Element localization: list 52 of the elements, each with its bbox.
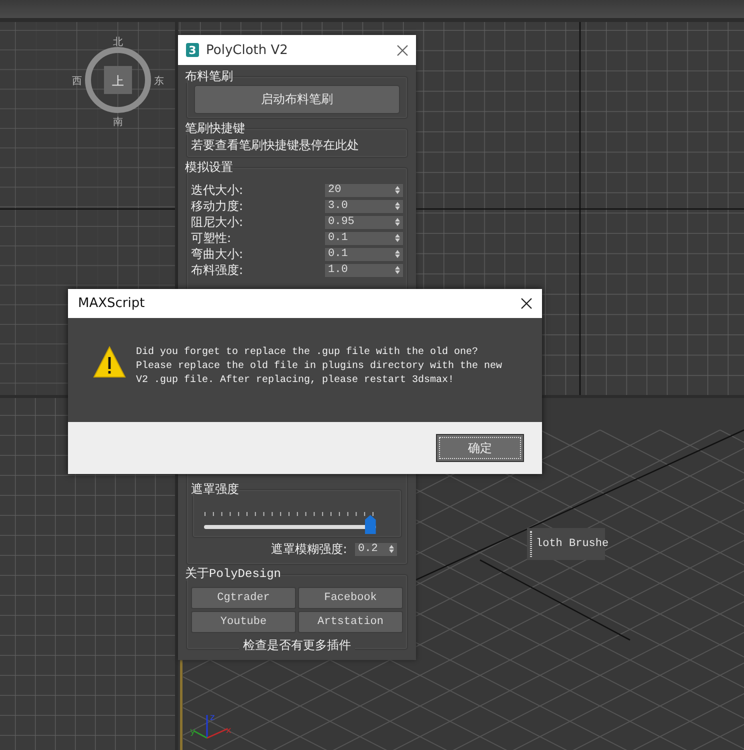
spinner-arrows-icon[interactable] — [389, 545, 394, 553]
link-button[interactable]: Artstation — [298, 611, 403, 633]
compass-label: 南 — [113, 117, 123, 128]
compass-label: 东 — [154, 76, 164, 87]
slider-thumb[interactable] — [364, 515, 376, 534]
window-title: PolyCloth V2 — [206, 42, 289, 58]
parameter-label: 阻尼大小: — [191, 214, 244, 230]
spinner-arrows-icon[interactable] — [395, 266, 400, 274]
axis-label: z — [210, 713, 215, 723]
parameter-label: 弯曲大小: — [191, 246, 244, 262]
spinner-field[interactable]: 0.95 — [325, 216, 403, 228]
spinner-field[interactable]: 0.2 — [355, 542, 397, 556]
spinner-arrows-icon[interactable] — [395, 250, 400, 258]
window-title: MAXScript — [78, 296, 145, 311]
grip-handle[interactable] — [530, 531, 532, 557]
parameter-label: 迭代大小: — [191, 182, 244, 198]
axis-label: y — [190, 727, 196, 737]
parameter-label: 布料强度: — [191, 262, 244, 278]
ok-button[interactable]: 确定 — [436, 434, 524, 462]
message-text: Did you forget to replace the .gup file with the old one? Please replace the old file in plugins directory with the new V2 .gup file. After replacing, please restart 3dsmax! — [136, 346, 502, 388]
viewcube-drawing[interactable] — [85, 47, 151, 113]
group-title: 笔刷快捷键 — [185, 121, 245, 135]
parameter-label: 遮罩模糊强度: — [270, 540, 347, 558]
check-updates-link[interactable]: 检查是否有更多插件 — [239, 637, 355, 653]
spinner-field[interactable]: 0.1 — [325, 248, 403, 260]
group-title: 模拟设置 — [185, 160, 233, 174]
spinner-field[interactable]: 0.1 — [325, 232, 403, 244]
start-brush-button[interactable]: 启动布料笔刷 — [194, 85, 400, 114]
spinner-arrows-icon[interactable] — [395, 234, 400, 242]
compass-label: 西 — [72, 76, 82, 87]
group-title: 遮罩强度 — [191, 482, 239, 496]
parameter-label: 移动力度: — [191, 198, 244, 214]
axis-gizmo-drawing — [194, 715, 228, 739]
hint-text[interactable]: 若要查看笔刷快捷键悬停在此处 — [191, 137, 403, 153]
toolbar-title: loth Brushe — [536, 538, 609, 550]
group-title: 关于PolyDesign — [185, 567, 282, 581]
spinner-field[interactable]: 3.0 — [325, 200, 403, 212]
spinner-field[interactable]: 20 — [325, 184, 403, 196]
close-icon[interactable] — [521, 298, 532, 309]
spinner-field[interactable]: 1.0 — [325, 264, 403, 276]
spinner-arrows-icon[interactable] — [395, 186, 400, 194]
warning-icon — [93, 346, 126, 378]
link-button[interactable]: Youtube — [191, 611, 296, 633]
app-logo: 3 — [186, 43, 199, 57]
compass-label: 北 — [113, 37, 123, 48]
group-title: 布料笔刷 — [185, 69, 233, 83]
spinner-arrows-icon[interactable] — [395, 218, 400, 226]
axis-label: x — [226, 726, 232, 736]
link-button[interactable]: Cgtrader — [191, 587, 296, 609]
link-button[interactable]: Facebook — [298, 587, 403, 609]
spinner-arrows-icon[interactable] — [395, 202, 400, 210]
parameter-label: 可塑性: — [191, 230, 232, 246]
